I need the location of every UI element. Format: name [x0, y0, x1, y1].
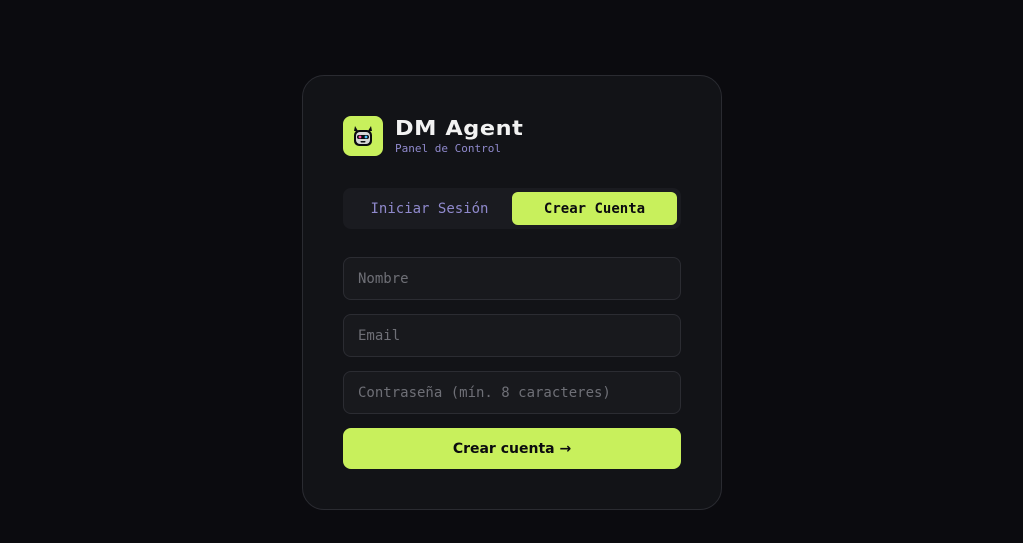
- brand-header: DM Agent Panel de Control: [343, 116, 523, 156]
- tab-iniciar-sesion[interactable]: Iniciar Sesión: [347, 192, 512, 225]
- tab-crear-cuenta[interactable]: Crear Cuenta: [512, 192, 677, 225]
- auth-tabs: Iniciar Sesión Crear Cuenta: [343, 188, 681, 229]
- email-field[interactable]: [343, 314, 681, 357]
- robot-icon: [343, 116, 383, 156]
- app-title: DM Agent: [395, 116, 524, 140]
- password-field[interactable]: [343, 371, 681, 414]
- create-account-button[interactable]: Crear cuenta →: [343, 428, 681, 469]
- app-subtitle: Panel de Control: [395, 142, 501, 155]
- name-field[interactable]: [343, 257, 681, 300]
- signup-card: DM Agent Panel de Control Iniciar Sesión…: [302, 75, 722, 510]
